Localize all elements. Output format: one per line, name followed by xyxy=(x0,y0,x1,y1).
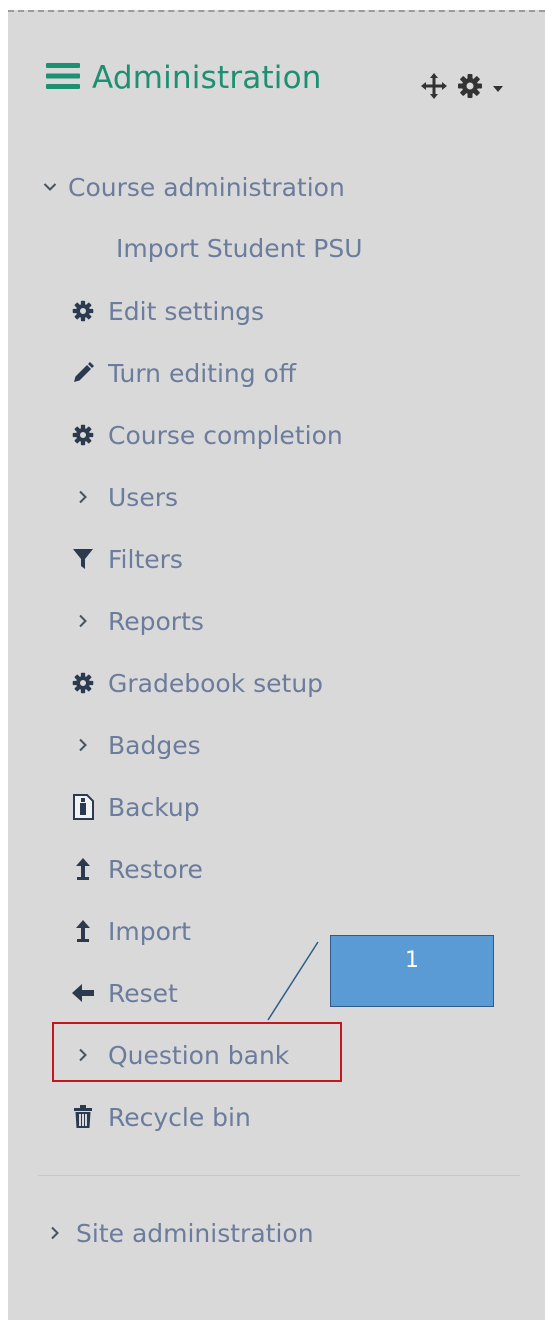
menu-item-recycle-bin[interactable]: Recycle bin xyxy=(68,1102,251,1132)
item-label: Reset xyxy=(108,978,178,1008)
item-label: Import xyxy=(108,916,191,946)
menu-item-import[interactable]: Import xyxy=(68,916,191,946)
item-label: Gradebook setup xyxy=(108,668,324,698)
hamburger-icon[interactable] xyxy=(46,62,80,94)
item-label: Course completion xyxy=(108,420,343,450)
pencil-icon xyxy=(68,358,98,388)
menu-item-course-completion[interactable]: Course completion xyxy=(68,420,343,450)
divider xyxy=(38,1175,520,1176)
upload-arrow-icon xyxy=(68,916,98,946)
menu-item-badges[interactable]: Badges xyxy=(68,730,201,760)
item-label: Import Student PSU xyxy=(116,234,363,263)
chevron-right-icon xyxy=(68,606,98,636)
menu-item-backup[interactable]: Backup xyxy=(68,792,200,822)
menu-item-filters[interactable]: Filters xyxy=(68,544,183,574)
menu-item-gradebook-setup[interactable]: Gradebook setup xyxy=(68,668,323,698)
course-administration-toggle[interactable]: Course administration xyxy=(40,172,345,202)
question-bank-highlight xyxy=(52,1022,342,1082)
filter-icon xyxy=(68,544,98,574)
item-label: Users xyxy=(108,482,179,512)
item-label: Turn editing off xyxy=(108,358,297,388)
block-header: Administration xyxy=(46,60,322,96)
menu-item-users[interactable]: Users xyxy=(68,482,178,512)
gear-icon xyxy=(68,668,98,698)
course-administration-label: Course administration xyxy=(68,172,345,202)
gear-icon xyxy=(68,296,98,326)
trash-icon xyxy=(68,1102,98,1132)
menu-item-reports[interactable]: Reports xyxy=(68,606,204,636)
block-tools xyxy=(420,72,504,104)
chevron-right-icon xyxy=(68,730,98,760)
chevron-right-icon xyxy=(44,1218,66,1248)
menu-item-edit-settings[interactable]: Edit settings xyxy=(68,296,264,326)
callout-number: 1 xyxy=(405,948,419,973)
backup-file-icon xyxy=(68,792,98,822)
gear-icon xyxy=(68,420,98,450)
item-label: Recycle bin xyxy=(108,1102,251,1132)
menu-item-reset[interactable]: Reset xyxy=(68,978,178,1008)
menu-item-turn-editing-off[interactable]: Turn editing off xyxy=(68,358,296,388)
item-label: Filters xyxy=(108,544,183,574)
site-administration-label: Site administration xyxy=(76,1218,314,1248)
caret-down-icon[interactable] xyxy=(492,79,504,98)
item-label: Backup xyxy=(108,792,200,822)
move-icon[interactable] xyxy=(420,72,448,104)
menu-item-import-student-psu[interactable]: Import Student PSU xyxy=(116,234,363,263)
item-label: Edit settings xyxy=(108,296,265,326)
item-label: Badges xyxy=(108,730,201,760)
menu-item-restore[interactable]: Restore xyxy=(68,854,203,884)
item-label: Restore xyxy=(108,854,203,884)
item-label: Reports xyxy=(108,606,204,636)
administration-block: Administration Course administration Imp… xyxy=(8,10,545,1320)
block-title: Administration xyxy=(92,60,322,96)
chevron-right-icon xyxy=(68,482,98,512)
site-administration-toggle[interactable]: Site administration xyxy=(44,1218,314,1248)
arrow-left-icon xyxy=(68,978,98,1008)
callout-box: 1 xyxy=(330,935,494,1007)
gear-icon[interactable] xyxy=(456,72,484,104)
chevron-down-icon xyxy=(40,172,60,202)
upload-arrow-icon xyxy=(68,854,98,884)
